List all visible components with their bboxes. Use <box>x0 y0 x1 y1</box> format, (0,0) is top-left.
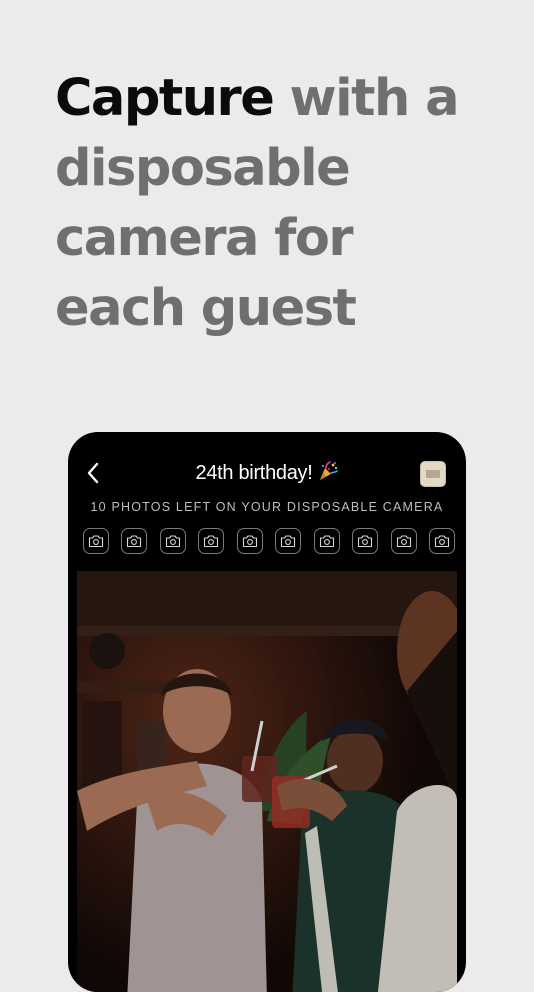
camera-icon <box>319 535 334 548</box>
remaining-shot <box>275 528 302 554</box>
remaining-shot <box>313 528 340 554</box>
remaining-shots-row <box>83 528 455 556</box>
remaining-shot <box>121 528 148 554</box>
camera-icon <box>434 535 449 548</box>
remaining-shot <box>83 528 109 554</box>
camera-icon <box>88 535 104 548</box>
camera-icon <box>242 535 257 548</box>
camera-icon <box>396 535 411 548</box>
remaining-shot <box>390 528 417 554</box>
party-photo[interactable] <box>77 571 457 992</box>
chevron-left-icon <box>87 462 99 484</box>
event-thumbnail-image <box>426 470 440 478</box>
camera-icon <box>281 535 296 548</box>
party-photo-image <box>77 571 457 992</box>
photos-left-label: 10 PHOTOS LEFT ON YOUR DISPOSABLE CAMERA <box>90 500 444 514</box>
remaining-shot <box>428 528 455 554</box>
camera-icon <box>127 535 142 548</box>
remaining-shot <box>236 528 263 554</box>
phone-mockup: 24th birthday! 10 PHOTOS LEFT ON YOUR DI… <box>68 432 466 992</box>
camera-icon <box>358 535 373 548</box>
party-popper-icon <box>319 461 338 480</box>
back-button[interactable] <box>82 458 110 488</box>
remaining-shot <box>159 528 186 554</box>
headline: Capture with a disposable camera for eac… <box>55 64 495 344</box>
top-bar: 24th birthday! <box>68 456 466 492</box>
camera-icon <box>165 535 180 548</box>
headline-strong: Capture <box>55 69 275 128</box>
camera-icon <box>204 535 219 548</box>
event-thumbnail-button[interactable] <box>420 461 446 487</box>
event-title: 24th birthday! <box>195 462 313 484</box>
remaining-shot <box>352 528 379 554</box>
remaining-shot <box>198 528 225 554</box>
event-title-row: 24th birthday! <box>128 460 406 486</box>
